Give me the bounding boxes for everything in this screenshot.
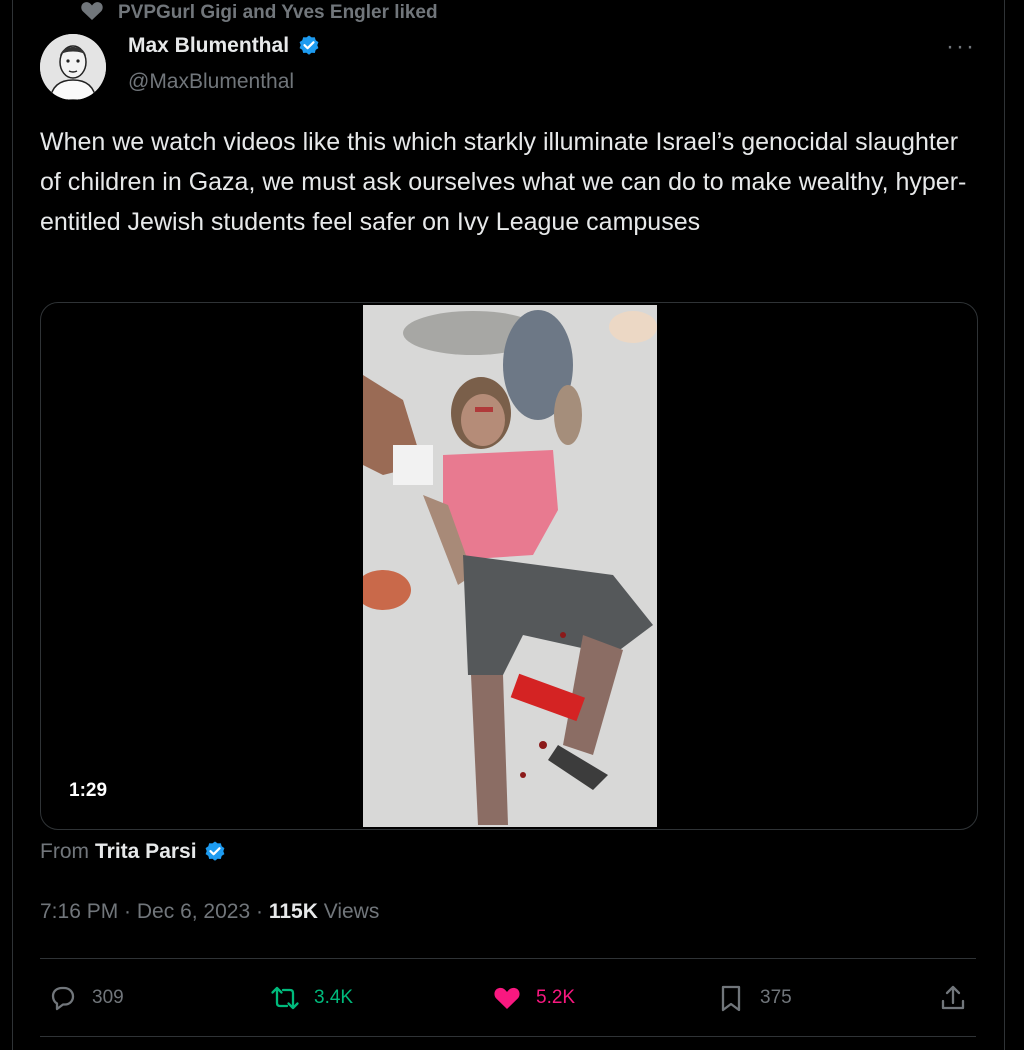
heart-filled-icon	[492, 983, 522, 1013]
attribution-name[interactable]: Trita Parsi	[95, 840, 197, 864]
author-handle[interactable]: @MaxBlumenthal	[128, 70, 294, 94]
like-count: 5.2K	[536, 987, 576, 1008]
bookmark-button[interactable]: 375	[716, 980, 792, 1016]
divider	[40, 1036, 976, 1037]
retweet-button[interactable]: 3.4K	[270, 980, 353, 1016]
action-bar: 309 3.4K 5.2K 375	[40, 960, 976, 1036]
reply-icon	[48, 983, 78, 1013]
social-context[interactable]: PVPGurl Gigi and Yves Engler liked	[80, 0, 438, 26]
video-duration: 1:29	[63, 777, 114, 805]
verified-badge-icon	[297, 34, 321, 58]
views-label: Views	[317, 900, 380, 923]
author-name[interactable]: Max Blumenthal	[128, 34, 289, 58]
timeline-border-right	[1004, 0, 1005, 1050]
meta-separator: ·	[250, 900, 269, 923]
avatar[interactable]	[40, 34, 106, 100]
attribution-prefix: From	[40, 840, 89, 863]
bookmark-icon	[716, 983, 746, 1013]
retweet-icon	[270, 983, 300, 1013]
tweet-time[interactable]: 7:16 PM	[40, 900, 118, 924]
share-icon	[938, 983, 968, 1013]
verified-badge-icon	[203, 840, 227, 864]
tweet-date[interactable]: Dec 6, 2023	[137, 900, 250, 924]
tweet-text: When we watch videos like this which sta…	[40, 128, 967, 236]
timeline-border-left	[12, 0, 13, 1050]
bookmark-count: 375	[760, 987, 792, 1008]
like-button[interactable]: 5.2K	[492, 980, 575, 1016]
reply-button[interactable]: 309	[48, 980, 124, 1016]
share-button[interactable]	[938, 980, 968, 1016]
video-player[interactable]: 1:29	[40, 302, 978, 830]
divider	[40, 958, 976, 959]
more-options-button[interactable]: ···	[946, 33, 976, 60]
tweet-metadata: 7:16 PM · Dec 6, 2023 · 115K Views	[40, 900, 379, 924]
retweet-count: 3.4K	[314, 987, 354, 1008]
heart-icon	[80, 0, 104, 27]
views-count: 115K	[268, 900, 318, 923]
meta-separator: ·	[118, 900, 137, 923]
video-attribution[interactable]: From Trita Parsi	[40, 840, 227, 864]
reply-count: 309	[92, 987, 124, 1008]
author-name-row[interactable]: Max Blumenthal	[128, 34, 321, 58]
video-thumbnail[interactable]	[363, 305, 657, 827]
social-context-text: PVPGurl Gigi and Yves Engler liked	[118, 2, 438, 23]
